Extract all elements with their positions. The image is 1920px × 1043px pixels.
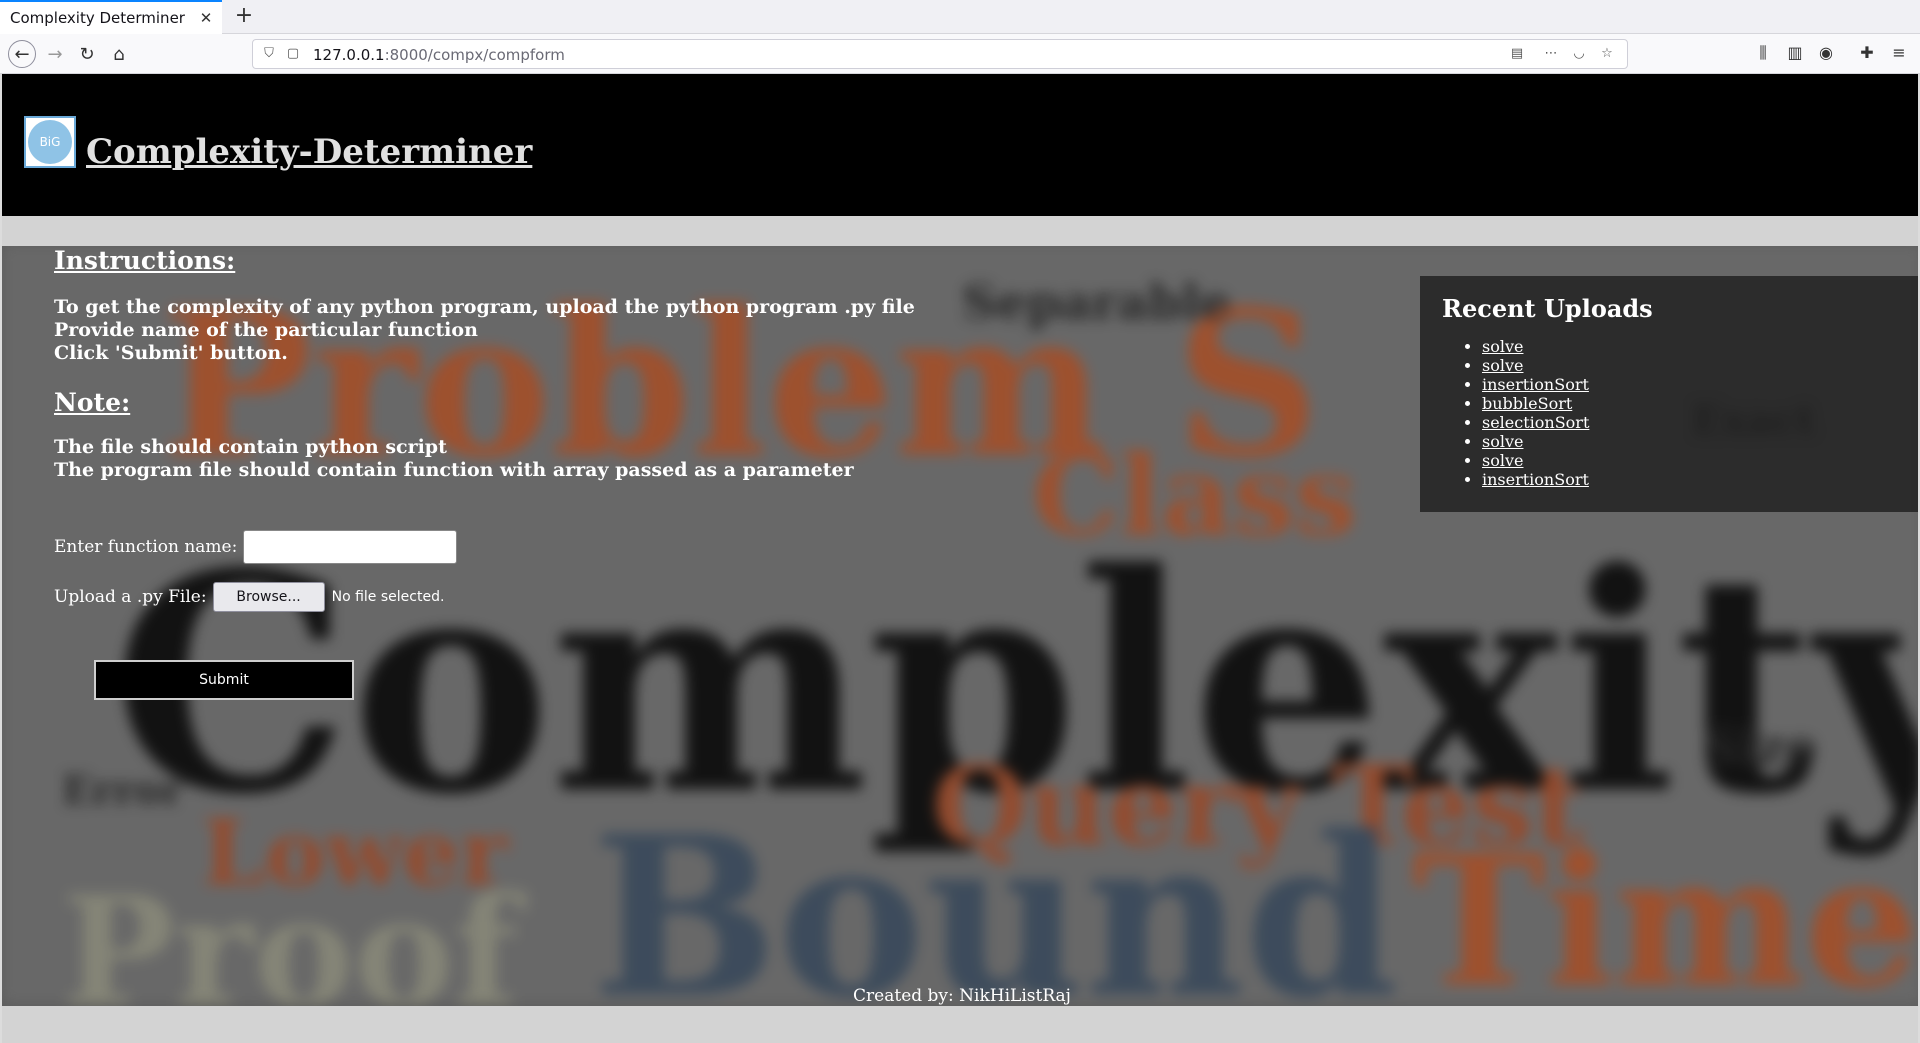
list-item: bubbleSort — [1482, 394, 1898, 413]
site-header: BiG Complexity-Determiner — [2, 74, 1918, 216]
submit-button[interactable]: Submit — [94, 660, 354, 700]
recent-uploads-heading: Recent Uploads — [1442, 294, 1653, 323]
svg-text:Separable: Separable — [962, 275, 1231, 331]
pocket-icon[interactable]: ◡ — [1571, 46, 1587, 62]
tab-bar: Complexity Determiner ✕ + — [0, 0, 1920, 34]
url-host: 127.0.0.1 — [313, 46, 385, 64]
recent-upload-link[interactable]: selectionSort — [1482, 413, 1589, 432]
file-status-text: No file selected. — [331, 589, 445, 605]
svg-text:Lower: Lower — [202, 800, 509, 906]
site-logo[interactable]: BiG — [24, 116, 76, 168]
svg-text:Bound: Bound — [592, 787, 1398, 1004]
note-line: The file should contain python script — [54, 436, 447, 458]
instructions-list: To get the complexity of any python prog… — [54, 296, 915, 365]
function-name-input[interactable] — [243, 530, 458, 564]
list-item: insertionSort — [1482, 375, 1898, 394]
logo-badge: BiG — [28, 120, 72, 164]
extensions-icon[interactable]: ✚ — [1856, 42, 1878, 64]
recent-upload-link[interactable]: solve — [1482, 356, 1523, 375]
recent-uploads-panel: Recent Uploads solve solve insertionSort… — [1420, 276, 1918, 512]
upload-label: Upload a .py File: — [54, 587, 207, 607]
home-icon[interactable]: ⌂ — [106, 41, 132, 67]
instruction-line: Provide name of the particular function — [54, 319, 478, 341]
svg-text:Size: Size — [1702, 717, 1817, 776]
url-text[interactable]: 127.0.0.1:8000/compx/compform — [313, 46, 565, 64]
note-heading: Note: — [54, 388, 131, 417]
reload-icon[interactable]: ↻ — [74, 41, 100, 67]
list-item: solve — [1482, 451, 1898, 470]
instruction-line: To get the complexity of any python prog… — [54, 296, 915, 318]
navigation-bar: ← → ↻ ⌂ ⛉ ▢ 127.0.0.1:8000/compx/compfor… — [0, 34, 1920, 74]
svg-text:Time: Time — [1412, 816, 1919, 1004]
new-tab-icon[interactable]: + — [232, 5, 256, 29]
menu-icon[interactable]: ≡ — [1888, 42, 1910, 64]
close-tab-icon[interactable]: ✕ — [198, 10, 214, 26]
recent-upload-link[interactable]: solve — [1482, 432, 1523, 451]
list-item: solve — [1482, 356, 1898, 375]
site-title-link[interactable]: Complexity-Determiner — [86, 132, 532, 172]
list-item: solve — [1482, 432, 1898, 451]
svg-text:Error: Error — [62, 767, 183, 814]
header-divider — [2, 216, 1918, 246]
back-arrow-icon[interactable]: ← — [8, 40, 36, 68]
reader-view-icon[interactable]: ▤ — [1509, 46, 1525, 62]
list-item: selectionSort — [1482, 413, 1898, 432]
list-item: solve — [1482, 337, 1898, 356]
note-list: The file should contain python script Th… — [54, 436, 854, 482]
footer-credit: Created by: NikHiListRaj — [853, 986, 1071, 1006]
shield-icon[interactable]: ⛉ — [261, 46, 277, 62]
recent-upload-link[interactable]: insertionSort — [1482, 470, 1589, 489]
library-icon[interactable]: ⫼ — [1752, 42, 1774, 64]
page-body: Problem S Separable Class Complexity Que… — [0, 74, 1920, 1043]
recent-upload-link[interactable]: bubbleSort — [1482, 394, 1572, 413]
page-info-icon[interactable]: ▢ — [285, 46, 301, 62]
recent-upload-link[interactable]: solve — [1482, 337, 1523, 356]
url-path: :8000/compx/compform — [384, 46, 565, 64]
recent-upload-link[interactable]: solve — [1482, 451, 1523, 470]
file-upload-row: Upload a .py File: Browse... No file sel… — [54, 582, 444, 612]
function-name-row: Enter function name: — [54, 530, 458, 564]
url-bar[interactable]: ⛉ ▢ 127.0.0.1:8000/compx/compform ▤ ⋯ ◡ … — [252, 39, 1628, 69]
recent-upload-link[interactable]: insertionSort — [1482, 375, 1589, 394]
account-icon[interactable]: ◉ — [1815, 42, 1837, 64]
forward-arrow-icon[interactable]: → — [42, 41, 68, 67]
browser-tab[interactable]: Complexity Determiner ✕ — [0, 0, 222, 34]
browse-button[interactable]: Browse... — [212, 582, 325, 612]
instructions-heading: Instructions: — [54, 246, 236, 275]
function-name-label: Enter function name: — [54, 537, 238, 557]
more-actions-icon[interactable]: ⋯ — [1543, 46, 1559, 62]
sidebar-icon[interactable]: ▥ — [1784, 42, 1806, 64]
tab-title: Complexity Determiner — [10, 9, 185, 27]
instruction-line: Click 'Submit' button. — [54, 342, 288, 364]
footer-strip — [2, 1006, 1918, 1043]
list-item: insertionSort — [1482, 470, 1898, 489]
note-line: The program file should contain function… — [54, 459, 854, 481]
recent-uploads-list: solve solve insertionSort bubbleSort sel… — [1442, 337, 1898, 489]
bookmark-star-icon[interactable]: ☆ — [1599, 46, 1615, 62]
